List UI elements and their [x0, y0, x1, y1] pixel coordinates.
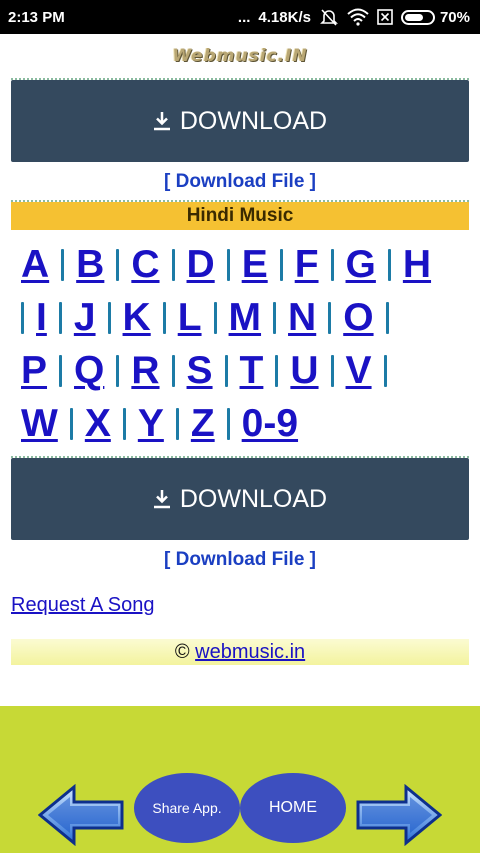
site-logo[interactable]: Webmusic.IN [172, 46, 307, 66]
separator [107, 301, 111, 334]
letter-link-z[interactable]: Z [191, 402, 215, 446]
letter-link-m[interactable]: M [229, 296, 262, 340]
letter-link-w[interactable]: W [21, 402, 58, 446]
download-file-link[interactable]: [ Download File ] [164, 171, 316, 192]
share-app-button[interactable]: Share App. [134, 773, 240, 843]
separator [330, 248, 334, 281]
back-arrow-icon[interactable] [38, 784, 126, 846]
download-button[interactable]: DOWNLOAD [11, 80, 469, 162]
letter-link-0-9[interactable]: 0-9 [242, 402, 298, 446]
letter-link-o[interactable]: O [343, 296, 373, 340]
status-icons: ... 4.18K/s 70% [238, 8, 470, 26]
separator [116, 248, 120, 281]
separator [330, 354, 334, 387]
home-button[interactable]: HOME [240, 773, 346, 843]
download-button-bottom[interactable]: DOWNLOAD [11, 458, 469, 540]
separator [213, 301, 217, 334]
separator [61, 248, 65, 281]
letter-link-e[interactable]: E [242, 243, 268, 287]
separator [275, 354, 279, 387]
copyright-symbol: © [174, 641, 190, 663]
letter-link-b[interactable]: B [76, 243, 104, 287]
letter-link-r[interactable]: R [131, 349, 159, 393]
download-label: DOWNLOAD [179, 106, 328, 135]
separator [162, 301, 166, 334]
separator [226, 407, 230, 440]
section-title: Hindi Music [11, 202, 469, 230]
separator [58, 301, 62, 334]
alphabet-row: PQRSTUV [21, 344, 466, 397]
alphabet-index: A B C D E F G H I J K L M N O P Q R S T U V W X Y Z 0-9 [21, 238, 466, 450]
battery-fill [404, 13, 424, 21]
letter-link-g[interactable]: G [346, 243, 376, 287]
separator [385, 301, 389, 334]
status-bar: 2:13 PM ... 4.18K/s 70% [0, 0, 480, 34]
letter-link-p[interactable]: P [21, 349, 47, 393]
separator [175, 407, 179, 440]
letter-link-a[interactable]: A [21, 243, 49, 287]
letter-link-v[interactable]: V [346, 349, 372, 393]
letter-link-j[interactable]: J [74, 296, 96, 340]
separator [328, 301, 332, 334]
bottom-nav-panel: Share App. HOME [0, 706, 480, 853]
letter-link-s[interactable]: S [187, 349, 213, 393]
copyright-link[interactable]: webmusic.in [195, 641, 305, 663]
network-speed: 4.18K/s [258, 8, 311, 26]
letter-link-i[interactable]: I [36, 296, 47, 340]
separator [59, 354, 63, 387]
battery-percent: 70% [439, 8, 470, 26]
separator [273, 301, 277, 334]
separator [387, 248, 391, 281]
separator [279, 248, 283, 281]
download-icon [153, 490, 170, 509]
separator [69, 407, 73, 440]
letter-link-x[interactable]: X [85, 402, 111, 446]
separator [116, 354, 120, 387]
download-label: DOWNLOAD [179, 484, 328, 513]
status-time: 2:13 PM [8, 8, 65, 26]
alphabet-row: ABCDEFGH [21, 238, 466, 291]
letter-link-n[interactable]: N [288, 296, 316, 340]
letter-link-h[interactable]: H [403, 243, 431, 287]
mute-bell-icon [320, 9, 338, 26]
no-sim-icon [377, 9, 393, 25]
alphabet-row: W X Y Z 0-9 [21, 397, 466, 450]
download-icon [153, 112, 170, 131]
download-file-row: [ Download File ] [0, 540, 480, 578]
letter-link-l[interactable]: L [178, 296, 202, 340]
letter-link-f[interactable]: F [295, 243, 319, 287]
logo-bar: Webmusic.IN [0, 34, 480, 78]
request-song-link[interactable]: Request A Song [11, 594, 154, 617]
letter-link-k[interactable]: K [123, 296, 151, 340]
letter-link-u[interactable]: U [290, 349, 318, 393]
separator [21, 301, 24, 334]
letter-link-q[interactable]: Q [74, 349, 104, 393]
wifi-icon [347, 8, 369, 26]
separator [383, 354, 387, 387]
status-dots: ... [237, 8, 251, 26]
separator [171, 354, 175, 387]
download-file-row: [ Download File ] [0, 162, 480, 200]
separator [224, 354, 228, 387]
letter-link-c[interactable]: C [131, 243, 159, 287]
letter-link-d[interactable]: D [187, 243, 215, 287]
battery-indicator: 70% [400, 8, 470, 26]
copyright-bar: © webmusic.in [11, 639, 469, 665]
separator [122, 407, 126, 440]
forward-arrow-icon[interactable] [354, 784, 442, 846]
letter-link-t[interactable]: T [240, 349, 264, 393]
alphabet-row: IJKLMNO [21, 291, 466, 344]
download-file-link-bottom[interactable]: [ Download File ] [164, 549, 316, 570]
separator [171, 248, 175, 281]
separator [226, 248, 230, 281]
letter-link-y[interactable]: Y [138, 402, 164, 446]
battery-icon [400, 9, 435, 25]
